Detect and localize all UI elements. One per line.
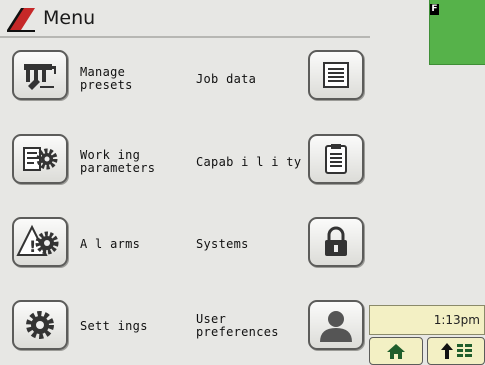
- capability-button[interactable]: [308, 134, 364, 184]
- clock-display: 1:13pm: [369, 305, 485, 335]
- clipboard-icon: [325, 144, 347, 174]
- svg-text:!: !: [29, 237, 36, 256]
- user-preferences-label: User preferences: [196, 312, 279, 339]
- home-button[interactable]: [369, 337, 423, 365]
- alarm-gear-icon: !: [16, 224, 59, 256]
- up-layers-button[interactable]: [427, 337, 485, 365]
- systems-label: Systems: [196, 237, 249, 251]
- working-parameters-button[interactable]: [12, 134, 68, 184]
- alarms-button[interactable]: !: [12, 217, 68, 267]
- settings-label: Sett ings: [80, 319, 148, 333]
- job-data-button[interactable]: [308, 50, 364, 100]
- capability-label: Capab i l i ty: [196, 155, 302, 169]
- brand-logo-icon: [7, 8, 35, 32]
- lock-icon: [325, 226, 347, 256]
- up-layers-icon: [441, 343, 472, 359]
- settings-button[interactable]: [12, 300, 68, 350]
- document-icon: [323, 62, 349, 88]
- user-preferences-button[interactable]: [308, 300, 364, 350]
- manage-presets-button[interactable]: [12, 50, 68, 100]
- working-parameters-label: Work ing parameters: [80, 148, 156, 175]
- systems-button[interactable]: [308, 217, 364, 267]
- parameters-gear-icon: [23, 147, 58, 171]
- presets-icon: [24, 64, 56, 90]
- page-title: Menu: [43, 7, 96, 29]
- home-icon: [387, 344, 405, 359]
- alarms-label: A l arms: [80, 237, 141, 251]
- user-icon: [320, 311, 352, 342]
- f-indicator: F: [430, 4, 439, 15]
- job-data-label: Job data: [196, 72, 257, 86]
- gear-icon: [26, 311, 54, 339]
- manage-presets-label: Manage presets: [80, 65, 133, 92]
